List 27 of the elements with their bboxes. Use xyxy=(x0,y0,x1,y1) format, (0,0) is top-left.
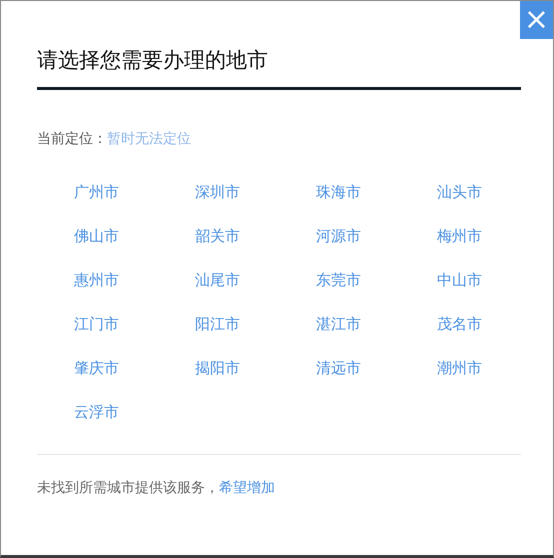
city-link[interactable]: 潮州市 xyxy=(437,346,482,390)
city-link[interactable]: 中山市 xyxy=(437,258,482,302)
city-link[interactable]: 湛江市 xyxy=(316,302,361,346)
city-link[interactable]: 江门市 xyxy=(74,302,119,346)
footer-text: 未找到所需城市提供该服务，希望增加 xyxy=(37,479,276,497)
city-link[interactable]: 茂名市 xyxy=(437,302,482,346)
city-link[interactable]: 汕尾市 xyxy=(195,258,240,302)
location-label: 当前定位： xyxy=(37,130,107,148)
city-link[interactable]: 梅州市 xyxy=(437,214,482,258)
city-link[interactable]: 佛山市 xyxy=(74,214,119,258)
city-link[interactable]: 东莞市 xyxy=(316,258,361,302)
city-link[interactable]: 惠州市 xyxy=(74,258,119,302)
city-link[interactable]: 揭阳市 xyxy=(195,346,240,390)
city-link[interactable]: 阳江市 xyxy=(195,302,240,346)
location-value: 暂时无法定位 xyxy=(107,130,191,148)
city-link[interactable]: 深圳市 xyxy=(195,170,240,214)
city-link[interactable]: 广州市 xyxy=(74,170,119,214)
close-button[interactable]: × xyxy=(520,1,553,39)
request-link[interactable]: 希望增加 xyxy=(219,480,275,496)
city-link[interactable]: 珠海市 xyxy=(316,170,361,214)
city-link[interactable]: 肇庆市 xyxy=(74,346,119,390)
city-link[interactable]: 韶关市 xyxy=(195,214,240,258)
city-link[interactable]: 清远市 xyxy=(316,346,361,390)
city-link[interactable]: 云浮市 xyxy=(74,390,119,434)
city-link[interactable]: 汕头市 xyxy=(437,170,482,214)
dialog-title: 请选择您需要办理的地市 xyxy=(37,45,521,90)
city-link[interactable]: 河源市 xyxy=(316,214,361,258)
